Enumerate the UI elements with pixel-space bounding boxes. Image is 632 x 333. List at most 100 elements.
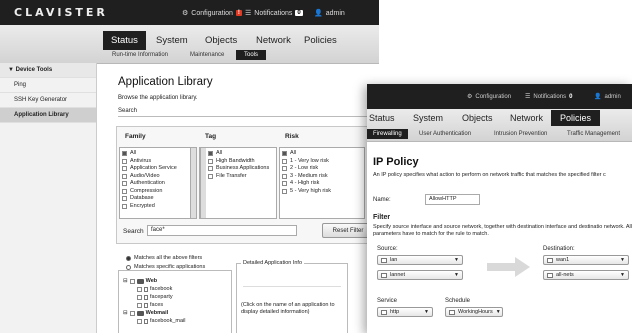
risk-list[interactable]: All 1 - Very low risk 2 - Low risk 3 - Medi… bbox=[279, 147, 365, 219]
tab-objects[interactable]: Objects bbox=[205, 35, 237, 46]
checkbox[interactable] bbox=[122, 173, 127, 179]
checkbox[interactable] bbox=[282, 173, 287, 179]
family-checkbox-item[interactable]: Application Service bbox=[122, 165, 194, 173]
checkbox[interactable] bbox=[282, 151, 287, 157]
risk-checkbox-item[interactable]: 3 - Medium risk bbox=[282, 173, 362, 181]
family-checkbox-item[interactable]: Encrypted bbox=[122, 203, 194, 211]
search-input[interactable]: face* bbox=[147, 225, 297, 236]
destination-network-select[interactable]: all-nets ▼ bbox=[543, 270, 629, 280]
configuration-menu[interactable]: ⚙ Configuration bbox=[467, 93, 511, 101]
checkbox[interactable] bbox=[137, 294, 142, 300]
tag-checkbox-item[interactable]: File Transfer bbox=[208, 173, 274, 181]
checkbox[interactable] bbox=[208, 151, 213, 157]
schedule-select[interactable]: WorkingHours ▼ bbox=[445, 307, 503, 317]
tree-application[interactable]: faces bbox=[137, 301, 231, 309]
risk-checkbox-item[interactable]: 2 - Low risk bbox=[282, 165, 362, 173]
checkbox[interactable] bbox=[208, 173, 213, 179]
sidebar-header-device-tools[interactable]: ▼ Device Tools bbox=[0, 63, 96, 78]
family-checkbox-item[interactable]: Antivirus bbox=[122, 158, 194, 166]
family-scrollbar[interactable] bbox=[190, 148, 196, 218]
family-checkbox-label: Encrypted bbox=[130, 202, 155, 209]
interface-icon bbox=[381, 257, 387, 263]
source-interface-select[interactable]: lan ▼ bbox=[377, 255, 463, 265]
checkbox[interactable] bbox=[122, 203, 127, 209]
subtab-tools[interactable]: Tools bbox=[236, 50, 267, 60]
application-tree[interactable]: ⊟ Web facebook faceparty faces ⊟ Webmail facebo… bbox=[118, 270, 232, 333]
checkbox[interactable] bbox=[137, 286, 142, 292]
checkbox[interactable] bbox=[208, 166, 213, 172]
tree-application[interactable]: facebook bbox=[137, 285, 231, 293]
sidebar-item-ping[interactable]: Ping bbox=[0, 78, 96, 93]
risk-checkbox-item[interactable]: 5 - Very high risk bbox=[282, 188, 362, 196]
tab-network[interactable]: Network bbox=[510, 113, 543, 123]
user-menu[interactable]: 👤 admin bbox=[594, 93, 621, 101]
tab-objects[interactable]: Objects bbox=[462, 113, 493, 123]
checkbox[interactable] bbox=[208, 158, 213, 164]
tab-system[interactable]: System bbox=[413, 113, 443, 123]
checkbox[interactable] bbox=[282, 181, 287, 187]
checkbox[interactable] bbox=[122, 151, 127, 157]
radio-match-specific-indicator[interactable] bbox=[126, 264, 131, 270]
checkbox[interactable] bbox=[137, 302, 142, 308]
checkbox[interactable] bbox=[129, 310, 135, 316]
tag-checkbox-item[interactable]: Business Applications bbox=[208, 165, 274, 173]
risk-checkbox-item[interactable]: 1 - Very low risk bbox=[282, 158, 362, 166]
checkbox[interactable] bbox=[282, 188, 287, 194]
source-network-select[interactable]: lannet ▼ bbox=[377, 270, 463, 280]
checkbox[interactable] bbox=[122, 166, 127, 172]
subtab-traffic-management[interactable]: Traffic Management bbox=[567, 131, 620, 137]
radio-match-all-indicator[interactable] bbox=[126, 255, 131, 261]
sidebar-item-application-library[interactable]: Application Library bbox=[0, 108, 96, 123]
tree-folder[interactable]: ⊟ Webmail bbox=[123, 309, 231, 317]
configuration-menu[interactable]: ⚙ Configuration ! bbox=[182, 9, 242, 17]
notifications-menu[interactable]: ☰ Notifications 0 bbox=[245, 9, 303, 17]
checkbox[interactable] bbox=[122, 196, 127, 202]
subtab-maintenance[interactable]: Maintenance bbox=[190, 52, 224, 58]
page-description: An IP policy specifies what action to pe… bbox=[373, 172, 606, 178]
filter-description: Specify source interface and source netw… bbox=[373, 224, 632, 237]
tree-application[interactable]: faceparty bbox=[137, 293, 231, 301]
tab-policies[interactable]: Policies bbox=[551, 110, 601, 126]
tab-network[interactable]: Network bbox=[256, 35, 291, 46]
tag-checkbox-item[interactable]: High Bandwidth bbox=[208, 158, 274, 166]
collapse-icon[interactable]: ⊟ bbox=[123, 278, 128, 284]
risk-checkbox-item[interactable]: All bbox=[282, 150, 362, 158]
tag-checkbox-item[interactable]: All bbox=[208, 150, 274, 158]
family-list[interactable]: All Antivirus Application Service Audio/Vid… bbox=[119, 147, 197, 219]
risk-checkbox-item[interactable]: 4 - High risk bbox=[282, 180, 362, 188]
tag-list[interactable]: All High Bandwidth Business Applications Fi… bbox=[199, 147, 277, 219]
checkbox[interactable] bbox=[129, 278, 135, 284]
checkbox[interactable] bbox=[122, 158, 127, 164]
destination-interface-select[interactable]: wan1 ▼ bbox=[543, 255, 629, 265]
radio-match-all[interactable]: Matches all the above filters bbox=[126, 255, 202, 261]
checkbox[interactable] bbox=[282, 158, 287, 164]
tree-application[interactable]: facebook_mail bbox=[137, 317, 231, 325]
checkbox[interactable] bbox=[282, 166, 287, 172]
service-select[interactable]: http ▼ bbox=[377, 307, 433, 317]
tab-status[interactable]: Status bbox=[369, 113, 395, 123]
tab-status[interactable]: Status bbox=[103, 31, 146, 50]
tree-folder[interactable]: ⊟ Web bbox=[123, 277, 231, 285]
checkbox[interactable] bbox=[137, 318, 142, 324]
collapse-icon[interactable]: ⊟ bbox=[123, 310, 128, 316]
subtab-user-authentication[interactable]: User Authentication bbox=[419, 131, 471, 137]
page-title: Application Library bbox=[118, 76, 213, 88]
sidebar-item-ssh-key-generator[interactable]: SSH Key Generator bbox=[0, 93, 96, 108]
subtab-firewalling[interactable]: Firewalling bbox=[367, 129, 408, 139]
checkbox[interactable] bbox=[122, 188, 127, 194]
tag-scrollbar[interactable] bbox=[200, 148, 206, 218]
family-checkbox-label: Database bbox=[130, 195, 154, 201]
user-menu[interactable]: 👤 admin bbox=[314, 9, 345, 18]
notifications-menu[interactable]: ☰ Notifications 0 bbox=[525, 93, 572, 101]
subtab-runtime-information[interactable]: Run-time Information bbox=[112, 52, 168, 58]
checkbox[interactable] bbox=[122, 181, 127, 187]
family-checkbox-item[interactable]: Audio/Video bbox=[122, 173, 194, 181]
tab-policies[interactable]: Policies bbox=[304, 35, 337, 46]
family-checkbox-item[interactable]: Authentication bbox=[122, 180, 194, 188]
family-checkbox-item[interactable]: Compression bbox=[122, 188, 194, 196]
subtab-intrusion-prevention[interactable]: Intrusion Prevention bbox=[494, 131, 547, 137]
tab-system[interactable]: System bbox=[156, 35, 188, 46]
name-input[interactable]: AllowHTTP bbox=[425, 194, 480, 205]
family-checkbox-item[interactable]: All bbox=[122, 150, 194, 158]
family-checkbox-item[interactable]: Database bbox=[122, 195, 194, 203]
